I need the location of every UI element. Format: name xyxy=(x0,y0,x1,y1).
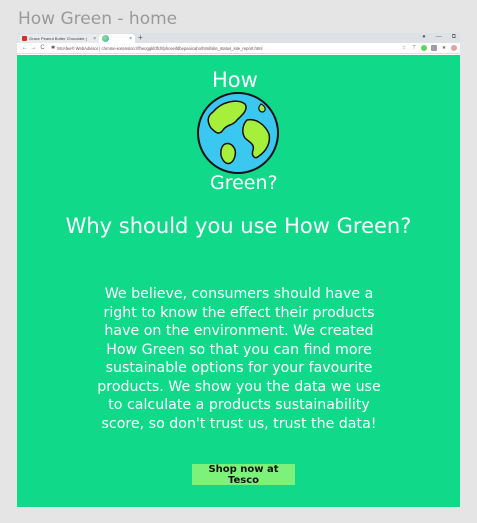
how-green-logo: How Green? xyxy=(188,68,288,208)
tab-label: Grace Peanut Butter Chocolate | xyxy=(29,36,87,41)
back-button[interactable]: ← xyxy=(20,45,29,51)
page-content: How Green? Why should you use How Green?… xyxy=(17,55,460,507)
browser-toolbar: ← → C ✱ McAfee® WebAdvisor | chrome-exte… xyxy=(17,43,460,54)
extension-icons: ☆ ⊤ ★ xyxy=(401,45,457,51)
window-controls: ● — ⧉ xyxy=(422,34,456,41)
logo-text-how: How xyxy=(212,68,258,92)
how-green-extension-icon[interactable] xyxy=(421,45,427,51)
address-bar[interactable]: ✱ McAfee® WebAdvisor | chrome-extension:… xyxy=(51,44,397,52)
logo-text-green: Green? xyxy=(210,172,278,194)
minimize-button[interactable]: — xyxy=(436,34,442,41)
tab-close-icon[interactable]: × xyxy=(93,36,96,42)
profile-avatar[interactable] xyxy=(451,45,457,51)
browser-window: Grace Peanut Butter Chocolate | × × + ● … xyxy=(17,33,460,507)
tab-favicon-icon xyxy=(22,36,27,41)
tab-close-icon[interactable]: × xyxy=(129,36,132,42)
extension-grey-icon[interactable] xyxy=(431,45,437,51)
extension-t-icon[interactable]: ⊤ xyxy=(411,45,417,51)
record-icon[interactable]: ● xyxy=(422,34,426,41)
frame-title: How Green - home xyxy=(18,9,178,29)
mission-statement: We believe, consumers should have a righ… xyxy=(97,286,381,432)
reload-button[interactable]: C xyxy=(38,45,47,51)
extension-page-icon: ✱ xyxy=(51,45,56,51)
shop-tesco-button[interactable]: Shop now at Tesco xyxy=(192,464,295,486)
tab-bar: Grace Peanut Butter Chocolate | × × + ● … xyxy=(17,33,460,43)
tab-grace-peanut-butter[interactable]: Grace Peanut Butter Chocolate | × xyxy=(19,34,99,43)
page-headline: Why should you use How Green? xyxy=(65,214,412,238)
globe-icon xyxy=(197,92,279,174)
new-tab-button[interactable]: + xyxy=(138,33,143,42)
tab-how-green[interactable]: × xyxy=(99,34,135,43)
globe-favicon-icon xyxy=(102,35,109,42)
restore-button[interactable]: ⧉ xyxy=(452,34,456,41)
bookmark-star-icon[interactable]: ☆ xyxy=(401,45,407,51)
forward-button[interactable]: → xyxy=(29,45,38,51)
extensions-puzzle-icon[interactable]: ★ xyxy=(441,45,447,51)
address-text: McAfee® WebAdvisor | chrome-extension://… xyxy=(57,45,263,51)
